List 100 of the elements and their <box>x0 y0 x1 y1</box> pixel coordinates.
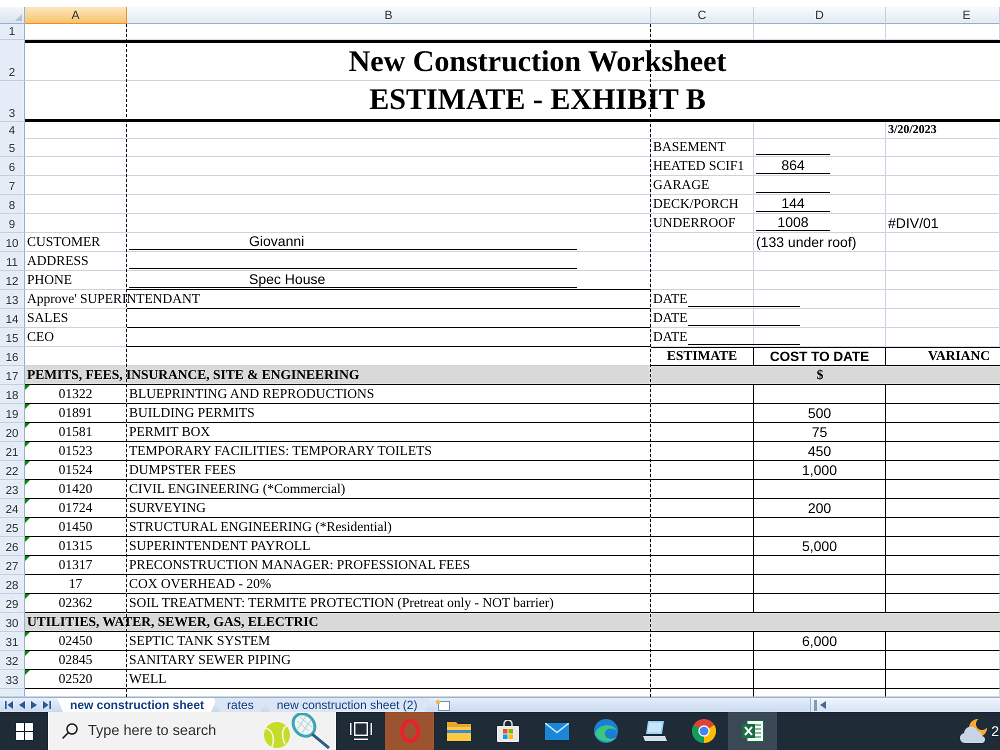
row-header[interactable]: 10 <box>0 233 25 252</box>
area-label: DECK/PORCH <box>653 196 739 212</box>
row-header[interactable]: 33 <box>0 670 25 689</box>
item-description: SURVEYING <box>129 500 206 516</box>
row-header[interactable]: 8 <box>0 195 25 214</box>
row-header[interactable]: 1 <box>0 24 25 40</box>
row-header[interactable]: 18 <box>0 385 25 404</box>
sheet-cell[interactable] <box>754 556 886 575</box>
row-header[interactable]: 15 <box>0 328 25 347</box>
sheet-tab[interactable]: new construction sheet <box>57 698 218 712</box>
corner-triangle-icon <box>15 14 22 21</box>
item-description: BUILDING PERMITS <box>129 405 255 421</box>
area-label: UNDERROOF <box>653 215 736 231</box>
sheet-cell[interactable] <box>754 575 886 594</box>
cloud-moon-icon[interactable] <box>960 719 988 743</box>
row-header[interactable]: 3 <box>0 81 25 122</box>
sheet-cell[interactable] <box>651 518 754 537</box>
left-arrow-icon[interactable] <box>820 701 826 709</box>
row-header[interactable]: 4 <box>0 122 25 139</box>
row-header[interactable]: 2 <box>0 40 25 81</box>
sheet-cell[interactable] <box>651 499 754 518</box>
sheet-cell[interactable] <box>754 651 886 670</box>
shopping-bag-icon <box>496 720 518 742</box>
row-header[interactable]: 32 <box>0 651 25 670</box>
row-header[interactable]: 12 <box>0 271 25 290</box>
row-header[interactable]: 7 <box>0 176 25 195</box>
row-header[interactable]: 6 <box>0 157 25 176</box>
sheet-cell[interactable] <box>651 423 754 442</box>
column-header[interactable]: D <box>754 7 886 24</box>
row-header[interactable]: 11 <box>0 252 25 271</box>
row-header[interactable]: 16 <box>0 347 25 366</box>
column-header[interactable]: E <box>886 7 1000 24</box>
sheet-tab[interactable]: new construction sheet (2) <box>264 698 430 712</box>
sheet-cell[interactable] <box>754 385 886 404</box>
sheet-cell[interactable] <box>651 404 754 423</box>
fill-in-line: 144 <box>756 195 830 212</box>
split-handle[interactable] <box>814 700 817 710</box>
row-header[interactable]: 27 <box>0 556 25 575</box>
row-header[interactable]: 9 <box>0 214 25 233</box>
sheet-cell[interactable] <box>651 670 754 689</box>
sheet-cell[interactable] <box>651 461 754 480</box>
sheet-cell[interactable] <box>651 442 754 461</box>
date-label: DATE <box>653 291 688 307</box>
sheet-cell[interactable] <box>651 556 754 575</box>
fill-in-line: 1008 <box>756 214 830 231</box>
windows-logo-icon <box>16 722 32 740</box>
row-header[interactable]: 14 <box>0 309 25 328</box>
row-header[interactable]: 31 <box>0 632 25 651</box>
row-header[interactable]: 13 <box>0 290 25 309</box>
search-field[interactable]: Type here to search <box>48 712 336 750</box>
sheet-cell[interactable] <box>754 480 886 499</box>
sheet-cell[interactable] <box>651 480 754 499</box>
sheet-cell[interactable] <box>651 651 754 670</box>
sheet-cell[interactable] <box>651 537 754 556</box>
taskbar-button[interactable] <box>728 712 777 750</box>
sheet-cell[interactable] <box>651 385 754 404</box>
item-description: SANITARY SEWER PIPING <box>129 652 291 668</box>
horizontal-scrollbar[interactable] <box>810 698 1000 712</box>
item-description: BLUEPRINTING AND REPRODUCTIONS <box>129 386 374 402</box>
skip-end-icon[interactable] <box>43 701 51 709</box>
cost-code: 01724 <box>58 500 92 516</box>
area-label: HEATED SCIF1 <box>653 158 744 174</box>
row-header[interactable]: 20 <box>0 423 25 442</box>
row-header[interactable]: 26 <box>0 537 25 556</box>
cost-code: 02362 <box>58 595 92 611</box>
row-header[interactable]: 23 <box>0 480 25 499</box>
row-header[interactable]: 22 <box>0 461 25 480</box>
row-header[interactable]: 28 <box>0 575 25 594</box>
column-header[interactable]: A <box>25 7 127 24</box>
sheet-cell[interactable] <box>651 632 754 651</box>
row-header[interactable]: 25 <box>0 518 25 537</box>
date-label: DATE <box>653 310 688 326</box>
row-header[interactable]: 19 <box>0 404 25 423</box>
cost-amount: 450 <box>808 443 832 459</box>
row-header[interactable]: 5 <box>0 138 25 157</box>
cost-code: 01581 <box>58 424 92 440</box>
date-label: DATE <box>653 329 688 345</box>
fill-in-line: Spec House <box>129 271 577 288</box>
right-arrow-icon[interactable] <box>31 701 37 709</box>
sheet-cell[interactable] <box>651 575 754 594</box>
row-header[interactable]: 17 <box>0 366 25 385</box>
column-heading: ESTIMATE <box>666 348 738 364</box>
row-header[interactable]: 30 <box>0 613 25 632</box>
skip-start-icon[interactable] <box>5 701 13 709</box>
row-header[interactable]: 24 <box>0 499 25 518</box>
column-header[interactable]: B <box>127 7 651 24</box>
envelope-icon <box>544 722 568 740</box>
tray-text: 2 <box>991 723 1000 739</box>
row-header[interactable]: 29 <box>0 594 25 613</box>
row-header[interactable]: 21 <box>0 442 25 461</box>
section-heading: PEMITS, FEES, INSURANCE, SITE & ENGINEERING <box>26 367 360 384</box>
item-description: CIVIL ENGINEERING (*Commercial) <box>129 481 346 497</box>
area-label: GARAGE <box>653 177 710 193</box>
column-header[interactable]: C <box>651 7 754 24</box>
sheet-tab[interactable]: rates <box>214 698 267 712</box>
sheet-cell[interactable] <box>754 518 886 537</box>
item-description: PERMIT BOX <box>129 424 210 440</box>
new-sheet-icon[interactable] <box>435 699 452 711</box>
sheet-cell[interactable] <box>754 670 886 689</box>
left-arrow-icon[interactable] <box>19 701 25 709</box>
